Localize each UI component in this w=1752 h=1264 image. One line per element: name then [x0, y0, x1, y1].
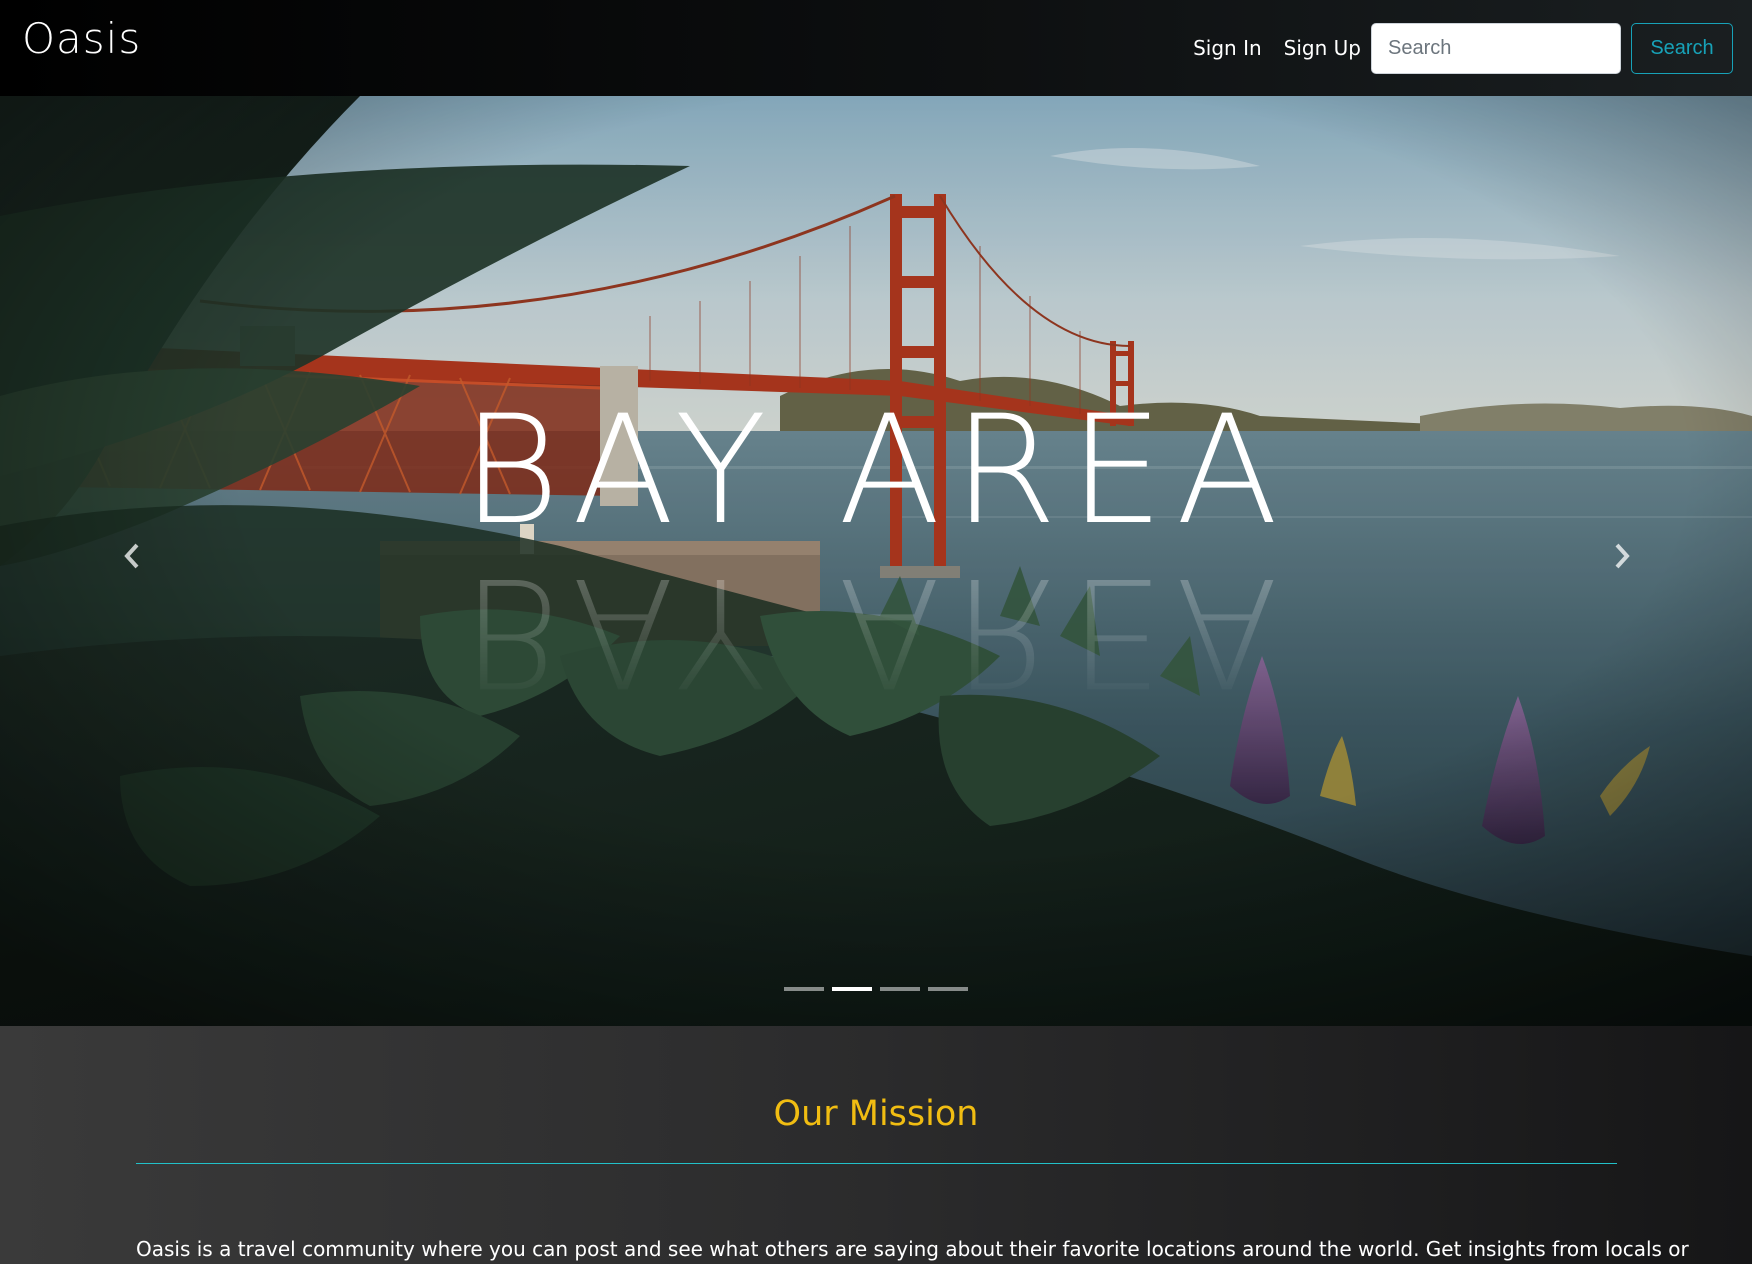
carousel-indicator-2[interactable]: [832, 987, 872, 991]
chevron-left-icon: [124, 543, 139, 569]
search-button[interactable]: Search: [1631, 22, 1733, 74]
mission-divider: [136, 1163, 1617, 1164]
carousel-indicator-1[interactable]: [784, 987, 824, 991]
carousel-prev-button[interactable]: [112, 536, 152, 576]
carousel-next-button[interactable]: [1602, 536, 1642, 576]
hero-title: BAY AREA: [461, 384, 1291, 558]
carousel-indicator-4[interactable]: [928, 987, 968, 991]
brand-logo[interactable]: Oasis: [22, 14, 141, 63]
hero-title-reflection: BAY AREA: [461, 544, 1291, 718]
mission-section: Our Mission Oasis is a travel community …: [0, 1026, 1752, 1264]
navbar: Oasis Sign In Sign Up Search: [0, 0, 1752, 96]
nav-links: Sign In Sign Up Search: [1193, 0, 1752, 96]
mission-text: Oasis is a travel community where you ca…: [136, 1237, 1689, 1261]
carousel-indicator-3[interactable]: [880, 987, 920, 991]
sign-in-link[interactable]: Sign In: [1193, 36, 1262, 60]
hero-carousel: BAY AREA BAY AREA: [0, 96, 1752, 1026]
chevron-right-icon: [1615, 543, 1630, 569]
sign-up-link[interactable]: Sign Up: [1284, 36, 1361, 60]
search-input[interactable]: [1371, 22, 1621, 74]
carousel-indicators: [0, 987, 1752, 991]
mission-title: Our Mission: [773, 1094, 979, 1134]
